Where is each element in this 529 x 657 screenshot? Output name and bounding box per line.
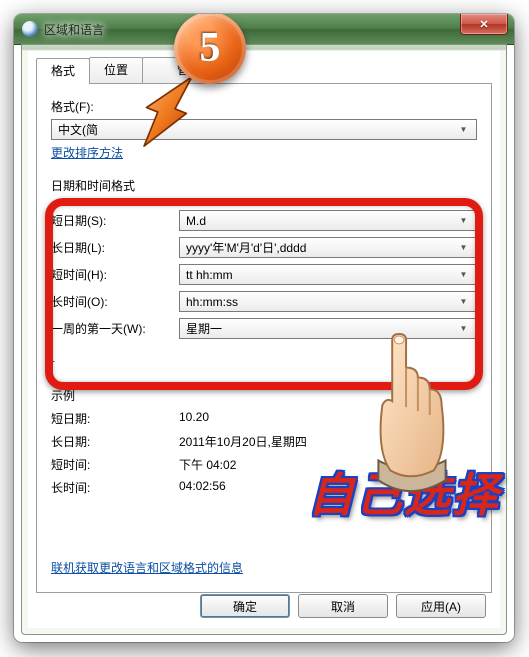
chevron-down-icon: ▼ — [455, 121, 472, 138]
first-day-combo[interactable]: 星期一 ▼ — [179, 318, 477, 339]
chevron-down-icon: ▼ — [455, 320, 472, 337]
long-date-value: yyyy'年'M'月'd'日',dddd — [186, 239, 306, 256]
tab-strip: 格式 位置 管理 — [36, 57, 500, 83]
first-day-value: 星期一 — [186, 320, 222, 337]
ex-short-date: 短日期: 10.20 — [51, 410, 477, 427]
title-bar[interactable]: 区域和语言 ✕ — [14, 14, 514, 45]
chevron-down-icon: ▼ — [455, 266, 472, 283]
short-time-label: 短时间(H): — [51, 266, 179, 283]
datetime-group: 短日期(S): M.d ▼ 长日期(L): yyyy'年'M'月'd'日',dd… — [51, 200, 477, 365]
ex-long-date: 长日期: 2011年10月20日,星期四 — [51, 433, 477, 450]
tab-format[interactable]: 格式 — [36, 58, 90, 84]
row-long-date: 长日期(L): yyyy'年'M'月'd'日',dddd ▼ — [51, 237, 477, 258]
tab-page-format: 格式(F): 中文(简 ▼ 更改排序方法 日期和时间格式 短日期(S): M.d — [36, 83, 492, 593]
change-sort-link[interactable]: 更改排序方法 — [51, 146, 123, 160]
ex-long-date-value: 2011年10月20日,星期四 — [179, 433, 307, 450]
dialog-buttons: 确定 取消 应用(A) — [200, 594, 486, 618]
cancel-button[interactable]: 取消 — [298, 594, 388, 618]
ex-long-time-value: 04:02:56 — [179, 479, 226, 496]
ok-button[interactable]: 确定 — [200, 594, 290, 618]
ex-long-time-label: 长时间: — [51, 479, 179, 496]
ex-short-date-label: 短日期: — [51, 410, 179, 427]
close-button[interactable]: ✕ — [460, 14, 508, 35]
long-time-combo[interactable]: hh:mm:ss ▼ — [179, 291, 477, 312]
row-first-day: 一周的第一天(W): 星期一 ▼ — [51, 318, 477, 339]
window-title: 区域和语言 — [44, 21, 104, 38]
format-label: 格式(F): — [51, 98, 477, 115]
long-time-label: 长时间(O): — [51, 293, 179, 310]
ex-short-time: 短时间: 下午 04:02 — [51, 456, 477, 473]
long-date-combo[interactable]: yyyy'年'M'月'd'日',dddd ▼ — [179, 237, 477, 258]
dialog-window: 区域和语言 ✕ 格式 位置 管理 格式(F): 中文(简 ▼ 更改排序方法 — [14, 14, 514, 642]
client-area: 格式 位置 管理 格式(F): 中文(简 ▼ 更改排序方法 日期和时间格式 短日 — [28, 51, 500, 628]
row-short-date: 短日期(S): M.d ▼ — [51, 210, 477, 231]
ex-long-time: 长时间: 04:02:56 — [51, 479, 477, 496]
short-date-combo[interactable]: M.d ▼ — [179, 210, 477, 231]
format-combo-value: 中文(简 — [58, 121, 98, 138]
examples-group: 示例 短日期: 10.20 长日期: 2011年10月20日,星期四 短时间: … — [51, 387, 477, 496]
tab-location[interactable]: 位置 — [89, 57, 143, 83]
ex-short-time-value: 下午 04:02 — [179, 456, 236, 473]
globe-icon — [22, 21, 38, 37]
online-help-link[interactable]: 联机获取更改语言和区域格式的信息 — [51, 559, 243, 576]
format-combo[interactable]: 中文(简 ▼ — [51, 119, 477, 140]
chevron-down-icon: ▼ — [455, 239, 472, 256]
short-time-combo[interactable]: tt hh:mm ▼ — [179, 264, 477, 285]
row-long-time: 长时间(O): hh:mm:ss ▼ — [51, 291, 477, 312]
row-short-time: 短时间(H): tt hh:mm ▼ — [51, 264, 477, 285]
ex-long-date-label: 长日期: — [51, 433, 179, 450]
long-time-value: hh:mm:ss — [186, 295, 238, 309]
chevron-down-icon: ▼ — [455, 293, 472, 310]
first-day-label: 一周的第一天(W): — [51, 320, 179, 337]
ex-short-date-value: 10.20 — [179, 410, 209, 427]
close-icon: ✕ — [479, 18, 488, 31]
short-date-value: M.d — [186, 214, 206, 228]
window-body: 格式 位置 管理 格式(F): 中文(简 ▼ 更改排序方法 日期和时间格式 短日 — [21, 44, 507, 635]
examples-title: 示例 — [51, 387, 477, 404]
chevron-down-icon: ▼ — [455, 212, 472, 229]
datetime-group-title: 日期和时间格式 — [51, 177, 477, 194]
additional-settings-link[interactable] — [51, 349, 54, 363]
short-time-value: tt hh:mm — [186, 268, 233, 282]
ex-short-time-label: 短时间: — [51, 456, 179, 473]
short-date-label: 短日期(S): — [51, 212, 179, 229]
step-badge: 5 — [174, 14, 246, 84]
step-number: 5 — [200, 27, 221, 69]
apply-button[interactable]: 应用(A) — [396, 594, 486, 618]
long-date-label: 长日期(L): — [51, 239, 179, 256]
